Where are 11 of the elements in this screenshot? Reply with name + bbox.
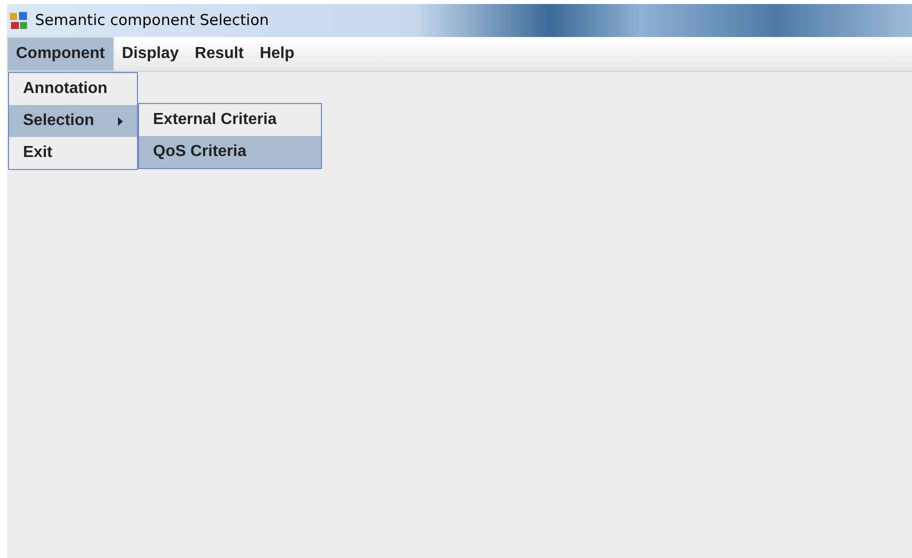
menu-item[interactable]: Selection bbox=[9, 105, 137, 137]
menu-bar-item[interactable]: Result bbox=[186, 37, 252, 71]
menu-bar-item[interactable]: Component bbox=[7, 37, 114, 71]
menu-bar-item[interactable]: Help bbox=[252, 37, 302, 71]
menu-item[interactable]: Exit bbox=[9, 137, 137, 169]
submenu-item[interactable]: External Criteria bbox=[139, 104, 321, 136]
menu-item[interactable]: Annotation bbox=[9, 73, 137, 105]
menu-bar-item[interactable]: Display bbox=[114, 37, 187, 71]
window-title: Semantic component Selection bbox=[35, 10, 269, 32]
app-icon bbox=[9, 10, 29, 30]
submenu-item[interactable]: QoS Criteria bbox=[139, 136, 321, 168]
